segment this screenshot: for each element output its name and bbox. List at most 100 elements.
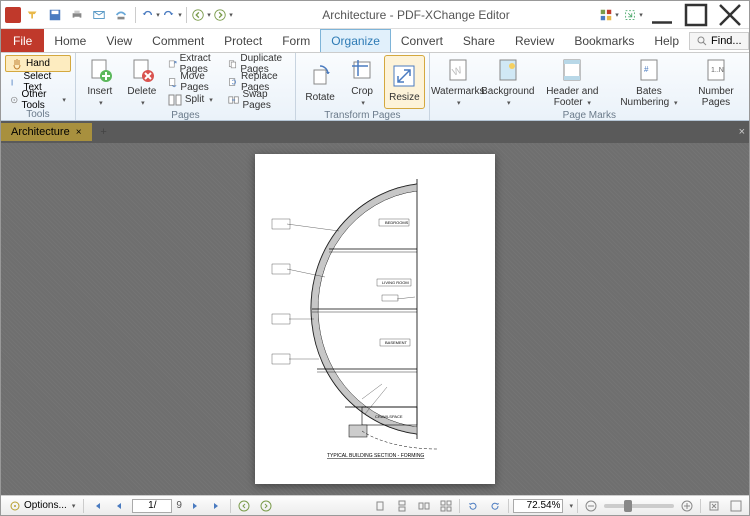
app-icon <box>5 7 21 23</box>
document-viewport[interactable]: BEDROOMS LIVING ROOM BASEMENT CRAWLSPACE <box>1 143 749 495</box>
fullscreen-button[interactable] <box>727 498 745 514</box>
tab-view[interactable]: View <box>96 29 142 52</box>
svg-text:TYPICAL BUILDING SECTION - FOR: TYPICAL BUILDING SECTION - FORMING <box>327 453 424 459</box>
select-text-tool[interactable]: ISelect Text <box>5 73 71 90</box>
replace-pages-button[interactable]: Replace Pages <box>224 73 291 90</box>
layout-facing-cont-button[interactable] <box>437 498 455 514</box>
insert-button[interactable]: Insert▾ <box>80 55 120 109</box>
minimize-button[interactable] <box>647 5 677 25</box>
background-button[interactable]: Background▾ <box>484 55 532 109</box>
qat-redo[interactable]: ▾ <box>162 5 182 25</box>
tab-home[interactable]: Home <box>44 29 96 52</box>
number-pages-button[interactable]: 1..N Number Pages <box>687 55 745 109</box>
tab-form[interactable]: Form <box>272 29 320 52</box>
file-tab[interactable]: File <box>1 29 44 52</box>
ribbon-group-transform: Rotate Crop▾ Resize Transform Pages <box>296 53 430 120</box>
watermarks-button[interactable]: W Watermarks▾ <box>434 55 482 109</box>
svg-text:1..N: 1..N <box>711 67 724 74</box>
next-page-button[interactable] <box>186 498 204 514</box>
menubar: File Home View Comment Protect Form Orga… <box>1 29 749 53</box>
extract-pages-button[interactable]: Extract Pages <box>164 55 223 72</box>
rotate-cw-button[interactable] <box>486 498 504 514</box>
doctab-close-icon[interactable]: × <box>76 127 82 138</box>
last-page-button[interactable] <box>208 498 226 514</box>
watermarks-icon: W <box>444 56 472 84</box>
document-tabbar: Architecture × + × <box>1 121 749 143</box>
delete-icon <box>128 56 156 84</box>
titlebar: ▾ ▾ ▾ ▾ Architecture - PDF-XChange Edito… <box>1 1 749 29</box>
move-pages-button[interactable]: Move Pages <box>164 73 223 90</box>
rotate-icon <box>306 62 334 90</box>
first-page-button[interactable] <box>88 498 106 514</box>
group-label-tools: Tools <box>5 108 71 121</box>
zoom-slider[interactable] <box>604 504 674 508</box>
header-footer-icon <box>558 56 586 84</box>
launch-icon[interactable]: ▾ <box>623 5 643 25</box>
nav-back-button[interactable] <box>235 498 253 514</box>
bates-icon: # <box>635 56 663 84</box>
crop-button[interactable]: Crop▾ <box>342 55 382 109</box>
document-tab[interactable]: Architecture × <box>1 123 92 141</box>
qat-email[interactable] <box>89 5 109 25</box>
layout-facing-button[interactable] <box>415 498 433 514</box>
fit-page-button[interactable] <box>705 498 723 514</box>
zoom-input[interactable] <box>513 499 563 513</box>
svg-text:CRAWLSPACE: CRAWLSPACE <box>375 414 403 419</box>
bates-button[interactable]: # Bates Numbering ▾ <box>613 55 685 109</box>
duplicate-pages-button[interactable]: Duplicate Pages <box>224 55 291 72</box>
delete-button[interactable]: Delete▾ <box>122 55 162 109</box>
qat-prev[interactable]: ▾ <box>191 5 211 25</box>
qat-open[interactable] <box>23 5 43 25</box>
zoom-out-button[interactable] <box>582 498 600 514</box>
options-button[interactable]: Options...▾ <box>5 499 79 513</box>
qat-print[interactable] <box>67 5 87 25</box>
tab-help[interactable]: Help <box>644 29 689 52</box>
ribbon-group-tools: Hand ISelect Text Other Tools▾ Tools <box>1 53 76 120</box>
resize-icon <box>390 62 418 90</box>
tabbar-close-icon[interactable]: × <box>739 126 745 138</box>
tab-share[interactable]: Share <box>453 29 505 52</box>
qat-scan[interactable] <box>111 5 131 25</box>
tab-bookmarks[interactable]: Bookmarks <box>564 29 644 52</box>
rotate-button[interactable]: Rotate <box>300 55 340 109</box>
document-tab-label: Architecture <box>11 126 70 138</box>
zoom-dropdown[interactable]: ▾ <box>569 502 573 510</box>
qat-next[interactable]: ▾ <box>213 5 233 25</box>
window-title: Architecture - PDF-XChange Editor <box>233 8 599 22</box>
qat-save[interactable] <box>45 5 65 25</box>
insert-icon <box>86 56 114 84</box>
swap-pages-button[interactable]: Swap Pages <box>224 91 291 108</box>
svg-text:LIVING ROOM: LIVING ROOM <box>382 280 409 285</box>
header-footer-button[interactable]: Header and Footer ▾ <box>534 55 611 109</box>
svg-text:I: I <box>11 77 13 87</box>
tab-protect[interactable]: Protect <box>214 29 272 52</box>
ribbon: Hand ISelect Text Other Tools▾ Tools Ins… <box>1 53 749 121</box>
find-button[interactable]: Find... <box>689 32 749 50</box>
prev-page-button[interactable] <box>110 498 128 514</box>
split-button[interactable]: Split▾ <box>164 91 223 108</box>
hand-tool[interactable]: Hand <box>5 55 71 72</box>
zoom-in-button[interactable] <box>678 498 696 514</box>
ribbon-group-pagemarks: W Watermarks▾ Background▾ Header and Foo… <box>430 53 749 120</box>
tab-review[interactable]: Review <box>505 29 564 52</box>
layout-continuous-button[interactable] <box>393 498 411 514</box>
group-label-transform: Transform Pages <box>300 109 425 122</box>
other-tools[interactable]: Other Tools▾ <box>5 91 71 108</box>
pdf-page: BEDROOMS LIVING ROOM BASEMENT CRAWLSPACE <box>255 154 495 484</box>
qat-undo[interactable]: ▾ <box>140 5 160 25</box>
maximize-button[interactable] <box>681 5 711 25</box>
group-label-pagemarks: Page Marks <box>434 109 745 122</box>
architecture-drawing: BEDROOMS LIVING ROOM BASEMENT CRAWLSPACE <box>267 166 483 472</box>
tab-comment[interactable]: Comment <box>142 29 214 52</box>
new-tab-button[interactable]: + <box>96 124 112 140</box>
ui-options-icon[interactable]: ▾ <box>599 5 619 25</box>
page-input[interactable] <box>132 499 172 513</box>
nav-fwd-button[interactable] <box>257 498 275 514</box>
close-button[interactable] <box>715 5 745 25</box>
layout-single-button[interactable] <box>371 498 389 514</box>
tab-organize[interactable]: Organize <box>320 29 391 52</box>
rotate-ccw-button[interactable] <box>464 498 482 514</box>
ribbon-group-pages: Insert▾ Delete▾ Extract Pages Move Pages… <box>76 53 296 120</box>
resize-button[interactable]: Resize <box>384 55 425 109</box>
tab-convert[interactable]: Convert <box>391 29 453 52</box>
